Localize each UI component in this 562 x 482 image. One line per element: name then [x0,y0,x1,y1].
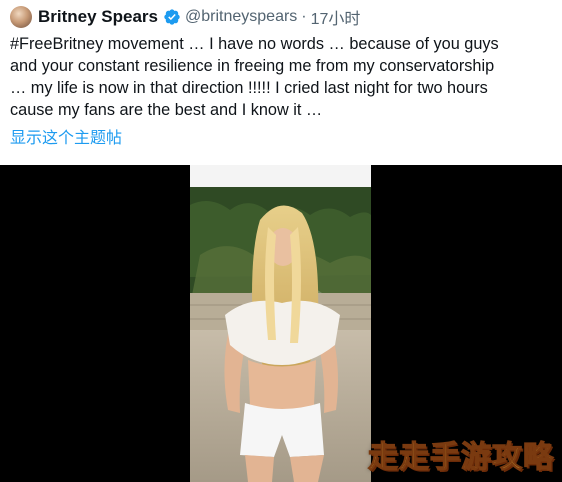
tweet-text-line: cause my fans are the best and I know it… [10,101,323,119]
avatar[interactable] [10,6,32,28]
tweet-text-line: … my life is now in that direction !!!!!… [10,79,488,97]
tweet-text-line: #FreeBritney movement … I have no words … [10,35,499,53]
author-handle[interactable]: @britneyspears [185,8,297,26]
verified-badge-icon [164,9,180,25]
tweet-photo[interactable] [190,165,371,482]
watermark-logo: 走走手游攻略 [367,439,554,475]
tweet-media[interactable]: 走走手游攻略 [0,165,562,482]
tweet-text-line: and your constant resilience in freeing … [10,57,495,75]
tweet-header: Britney Spears @britneyspears · 17小时 [10,4,360,30]
tweet-text: #FreeBritney movement … I have no words … [10,33,555,121]
header-separator: · [301,8,307,25]
show-thread-link[interactable]: 显示这个主题帖 [10,124,122,148]
tweet-timestamp[interactable]: 17小时 [311,5,361,29]
tweet-card: Britney Spears @britneyspears · 17小时 #Fr… [0,0,562,482]
author-display-name[interactable]: Britney Spears [38,7,158,27]
